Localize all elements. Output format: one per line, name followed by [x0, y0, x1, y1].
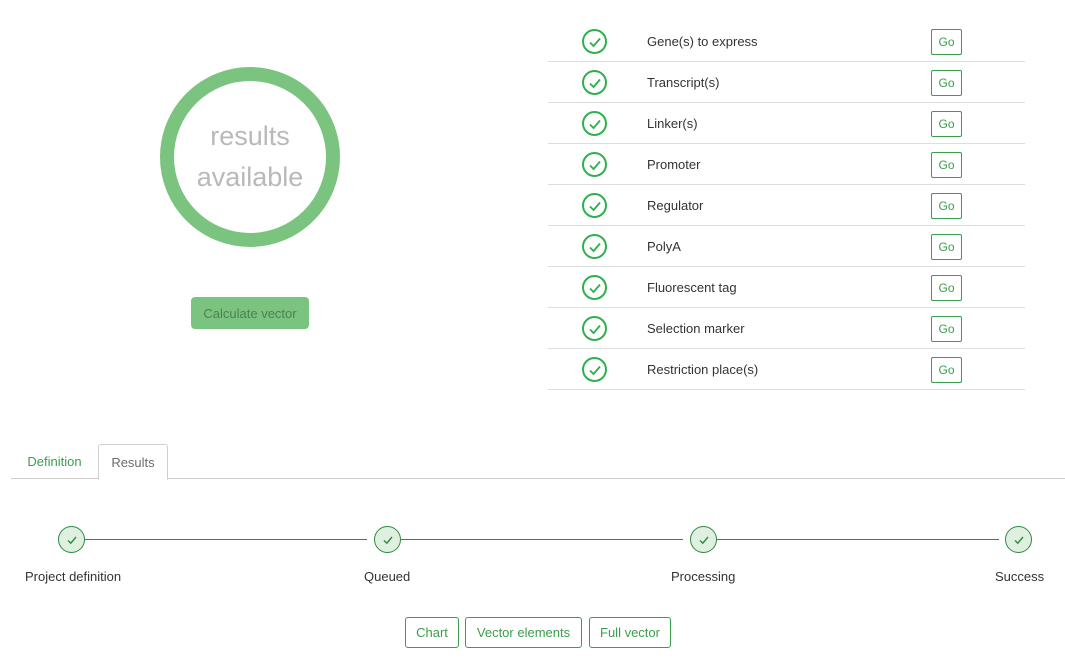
- step-label-processing: Processing: [671, 569, 736, 584]
- check-circle-icon: [582, 234, 607, 259]
- progress-stepper: Project definition Queued Processing Suc…: [0, 525, 1065, 585]
- full-vector-button[interactable]: Full vector: [589, 617, 671, 648]
- status-ring: results available: [160, 67, 340, 247]
- checklist-row-gene: Gene(s) to express Go: [548, 21, 1025, 62]
- step-connector: [717, 539, 999, 540]
- check-circle-icon: [582, 111, 607, 136]
- tab-definition[interactable]: Definition: [11, 444, 98, 479]
- step-check-icon: [58, 526, 85, 553]
- checklist-label: PolyA: [647, 239, 681, 254]
- tab-bar: Definition Results: [11, 444, 1065, 480]
- go-button[interactable]: Go: [931, 70, 962, 96]
- step-label-queued: Queued: [364, 569, 411, 584]
- checklist-label: Selection marker: [647, 321, 745, 336]
- go-button[interactable]: Go: [931, 193, 962, 219]
- go-button[interactable]: Go: [931, 357, 962, 383]
- checklist-label: Linker(s): [647, 116, 698, 131]
- go-button[interactable]: Go: [931, 234, 962, 260]
- checklist-label: Restriction place(s): [647, 362, 759, 377]
- checklist-row-regulator: Regulator Go: [548, 185, 1025, 226]
- checklist-row-linker: Linker(s) Go: [548, 103, 1025, 144]
- step-connector: [401, 539, 683, 540]
- go-button[interactable]: Go: [931, 275, 962, 301]
- check-circle-icon: [582, 357, 607, 382]
- checklist: Gene(s) to express Go Transcript(s) Go L…: [548, 21, 1025, 390]
- chart-button[interactable]: Chart: [405, 617, 459, 648]
- checklist-label: Promoter: [647, 157, 701, 172]
- step-label-project-definition: Project definition: [25, 569, 122, 584]
- go-button[interactable]: Go: [931, 316, 962, 342]
- step-check-icon: [374, 526, 401, 553]
- vector-elements-button[interactable]: Vector elements: [465, 617, 582, 648]
- calculate-vector-button[interactable]: Calculate vector: [191, 297, 309, 329]
- go-button[interactable]: Go: [931, 152, 962, 178]
- go-button[interactable]: Go: [931, 111, 962, 137]
- status-text-line2: available: [196, 162, 304, 192]
- check-circle-icon: [582, 316, 607, 341]
- checklist-label: Gene(s) to express: [647, 34, 758, 49]
- tab-results[interactable]: Results: [98, 444, 168, 480]
- checklist-row-promoter: Promoter Go: [548, 144, 1025, 185]
- check-circle-icon: [582, 275, 607, 300]
- checklist-row-transcript: Transcript(s) Go: [548, 62, 1025, 103]
- checklist-label: Regulator: [647, 198, 704, 213]
- checklist-label: Transcript(s): [647, 75, 720, 90]
- checklist-label: Fluorescent tag: [647, 280, 737, 295]
- step-check-icon: [1005, 526, 1032, 553]
- step-connector: [85, 539, 367, 540]
- checklist-row-selection-marker: Selection marker Go: [548, 308, 1025, 349]
- step-label-success: Success: [995, 569, 1045, 584]
- go-button[interactable]: Go: [931, 29, 962, 55]
- step-check-icon: [690, 526, 717, 553]
- status-text-line1: results: [210, 121, 290, 151]
- checklist-row-restriction-place: Restriction place(s) Go: [548, 349, 1025, 390]
- check-circle-icon: [582, 152, 607, 177]
- check-circle-icon: [582, 193, 607, 218]
- checklist-row-fluorescent-tag: Fluorescent tag Go: [548, 267, 1025, 308]
- checklist-row-polya: PolyA Go: [548, 226, 1025, 267]
- check-circle-icon: [582, 70, 607, 95]
- check-circle-icon: [582, 29, 607, 54]
